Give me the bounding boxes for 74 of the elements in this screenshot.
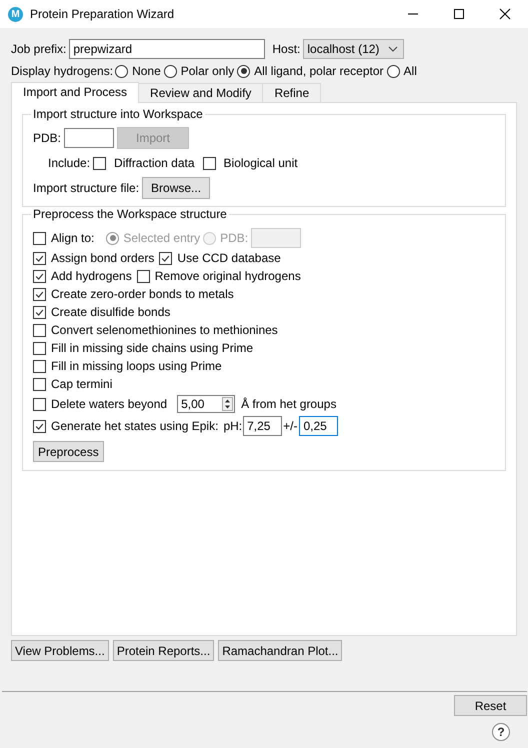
radio-label: PDB:	[220, 231, 248, 245]
radio-label: All	[404, 64, 417, 78]
tolerance-label: +/-	[283, 419, 298, 433]
radio-button[interactable]	[115, 64, 128, 78]
ph-field[interactable]: 7,25	[243, 416, 282, 436]
browse-button[interactable]: Browse...	[142, 177, 210, 199]
checkbox-label: Remove original hydrogens	[154, 269, 301, 283]
checkbox[interactable]	[33, 360, 46, 372]
checkbox-label: Create disulfide bonds	[51, 305, 170, 319]
checkbox-label: Convert selenomethionines to methionines	[51, 323, 278, 337]
checkbox[interactable]	[33, 378, 46, 390]
checkbox-label: Cap termini	[51, 377, 112, 391]
pdb-field[interactable]	[64, 128, 114, 148]
radio-button[interactable]	[164, 64, 177, 78]
checkbox[interactable]	[33, 288, 46, 300]
chevron-down-icon	[388, 46, 398, 52]
radio-button[interactable]	[237, 64, 250, 78]
checkbox-label: Fill in missing loops using Prime	[51, 359, 222, 373]
unit-label: Å from het groups	[241, 397, 336, 411]
checkbox[interactable]	[33, 420, 46, 432]
maximize-icon[interactable]	[453, 8, 465, 20]
checkbox[interactable]	[33, 398, 46, 410]
checkbox[interactable]	[33, 252, 46, 264]
job-prefix-field[interactable]: prepwizard	[69, 39, 266, 59]
checkbox[interactable]	[33, 270, 46, 282]
checkbox-label: Fill in missing side chains using Prime	[51, 341, 254, 355]
checkbox[interactable]	[93, 156, 106, 170]
tab[interactable]: Review and Modify	[138, 83, 264, 102]
checkbox-label: Generate het states using Epik:	[51, 419, 218, 433]
tab[interactable]: Import and Process	[11, 82, 140, 103]
preprocess-button[interactable]: Preprocess	[33, 441, 104, 462]
tab[interactable]: Refine	[262, 83, 322, 102]
group-title: Import structure into Workspace	[32, 107, 204, 121]
checkbox[interactable]	[33, 342, 46, 354]
dialog-button[interactable]: Protein Reports...	[112, 640, 214, 661]
close-icon[interactable]	[499, 8, 511, 20]
radio-label: None	[132, 64, 161, 78]
app-logo-icon: M	[8, 6, 23, 22]
checkbox-label: Assign bond orders	[51, 251, 154, 265]
checkbox-label: Diffraction data	[114, 156, 195, 170]
checkbox-label: Biological unit	[224, 156, 298, 170]
spinner-arrows-icon[interactable]	[222, 397, 234, 411]
checkbox-label: Use CCD database	[177, 251, 281, 265]
pdb-label: PDB:	[33, 131, 62, 145]
checkbox-label: Align to:	[51, 231, 94, 245]
checkbox[interactable]	[33, 306, 46, 318]
checkbox-label: Delete waters beyond	[51, 397, 168, 411]
include-label: Include:	[48, 156, 90, 170]
radio-button[interactable]	[386, 64, 400, 78]
dialog-button[interactable]: Ramachandran Plot...	[218, 640, 342, 661]
tolerance-field[interactable]: 0,25	[299, 416, 338, 436]
radio-label: Polar only	[180, 64, 234, 78]
spin-field[interactable]: 5,00	[177, 395, 236, 413]
import-file-label: Import structure file:	[33, 181, 140, 195]
ph-label: pH:	[223, 419, 242, 433]
checkbox[interactable]	[33, 232, 46, 244]
reset-button[interactable]: Reset	[454, 695, 527, 716]
radio-button[interactable]	[106, 232, 120, 244]
window-title: Protein Preparation Wizard	[30, 7, 174, 21]
checkbox-label: Add hydrogens	[51, 269, 132, 283]
checkbox[interactable]	[159, 252, 172, 264]
checkbox-label: Create zero-order bonds to metals	[51, 287, 234, 301]
job-prefix-label: Job prefix:	[11, 42, 66, 56]
radio-label: All ligand, polar receptor	[254, 64, 384, 78]
group-title: Preprocess the Workspace structure	[32, 207, 228, 221]
display-hydrogens-label: Display hydrogens:	[11, 64, 114, 78]
host-dropdown[interactable]: localhost (12)	[303, 39, 404, 59]
checkbox[interactable]	[136, 270, 150, 282]
checkbox[interactable]	[33, 324, 46, 336]
dialog-button[interactable]: View Problems...	[11, 640, 109, 661]
help-button[interactable]: ?	[492, 723, 510, 741]
radio-label: Selected entry	[123, 231, 200, 245]
host-label: Host:	[272, 42, 300, 56]
checkbox[interactable]	[202, 156, 216, 170]
